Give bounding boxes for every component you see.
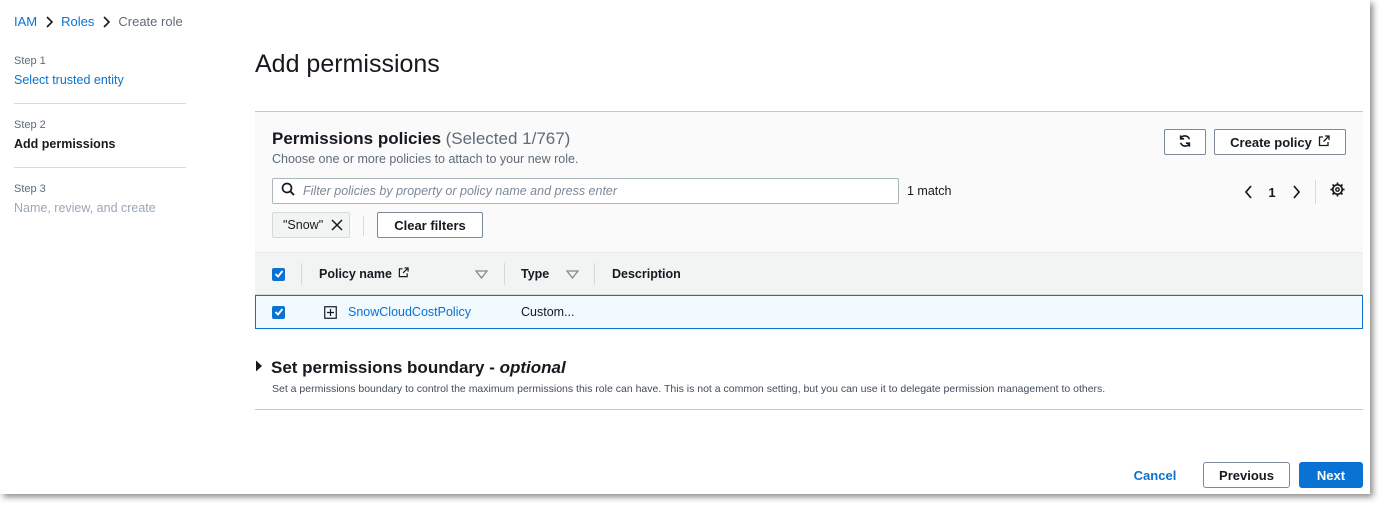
filter-separator (363, 216, 364, 236)
pagination: 1 (1237, 180, 1348, 204)
column-label: Description (612, 267, 681, 281)
checkmark-icon (274, 308, 283, 316)
cancel-button[interactable]: Cancel (1122, 462, 1188, 488)
sort-down-icon[interactable] (566, 253, 579, 295)
policy-search-field[interactable] (272, 178, 899, 204)
previous-button[interactable]: Previous (1203, 462, 1290, 488)
external-link-icon (1318, 134, 1330, 150)
table-preferences-button[interactable] (1326, 181, 1348, 203)
column-divider (594, 263, 595, 285)
filter-token-label: "Snow" (283, 218, 324, 232)
clear-filters-button[interactable]: Clear filters (377, 212, 483, 238)
current-page-number[interactable]: 1 (1259, 185, 1285, 200)
row-select-cell (272, 296, 285, 328)
select-all-cell (272, 253, 285, 295)
pagination-divider (1315, 180, 1316, 204)
boundary-title-text: Set permissions boundary - (271, 358, 500, 377)
column-label: Type (521, 267, 550, 281)
step-number: Step 3 (14, 183, 46, 195)
section-divider (255, 409, 1363, 410)
permissions-boundary-toggle[interactable]: Set permissions boundary - optional (255, 358, 1363, 378)
policies-title: Permissions policies (272, 129, 442, 148)
match-count: 1 match (907, 184, 952, 198)
policy-search-input[interactable] (303, 184, 893, 198)
page-title: Add permissions (255, 50, 440, 78)
column-divider (504, 263, 505, 285)
column-header-description: Description (612, 253, 681, 295)
breadcrumb-current: Create role (118, 14, 183, 29)
column-divider (301, 263, 302, 285)
policy-type-cell: Custom... (521, 305, 575, 319)
breadcrumb: IAM Roles Create role (14, 14, 183, 29)
permissions-boundary-title: Set permissions boundary - optional (271, 358, 566, 378)
policies-description: Choose one or more policies to attach to… (272, 152, 579, 166)
column-label: Policy name (319, 267, 392, 281)
create-policy-button[interactable]: Create policy (1214, 129, 1346, 155)
step-select-trusted-entity-link[interactable]: Select trusted entity (14, 71, 186, 89)
next-button[interactable]: Next (1299, 462, 1363, 488)
breadcrumb-iam-link[interactable]: IAM (14, 14, 37, 29)
chevron-right-icon (94, 15, 118, 28)
refresh-icon (1178, 134, 1192, 151)
chevron-right-icon (37, 15, 61, 28)
table-row[interactable]: SnowCloudCostPolicy Custom... (255, 295, 1363, 329)
wizard-steps: Step 1 Select trusted entity Step 2 Add … (14, 54, 186, 245)
step-add-permissions: Add permissions (14, 137, 116, 151)
close-icon[interactable] (331, 219, 343, 231)
permissions-boundary-description: Set a permissions boundary to control th… (272, 383, 1106, 395)
optional-label: optional (499, 358, 566, 377)
sort-down-icon[interactable] (475, 253, 488, 295)
permissions-policies-panel: Permissions policies (Selected 1/767) Ch… (255, 111, 1363, 329)
external-link-icon (398, 267, 409, 281)
gear-icon (1329, 182, 1345, 202)
checkmark-icon (274, 270, 283, 278)
step-3: Step 3 Name, review, and create (14, 182, 186, 231)
policy-name-link[interactable]: SnowCloudCostPolicy (348, 305, 471, 319)
step-name-review-create: Name, review, and create (14, 201, 156, 215)
breadcrumb-roles-link[interactable]: Roles (61, 14, 94, 29)
filter-token: "Snow" (272, 212, 351, 238)
next-page-button[interactable] (1285, 181, 1307, 203)
policy-name-cell: SnowCloudCostPolicy (348, 296, 471, 328)
step-1: Step 1 Select trusted entity (14, 54, 186, 104)
expand-row-icon[interactable] (324, 296, 337, 328)
create-policy-label: Create policy (1230, 134, 1312, 150)
previous-page-button[interactable] (1237, 181, 1259, 203)
select-all-checkbox[interactable] (272, 267, 285, 281)
table-header: Policy name Type Description (255, 252, 1363, 295)
policies-header: Permissions policies (Selected 1/767) Ch… (272, 129, 578, 166)
caret-right-icon (255, 359, 263, 377)
permissions-boundary-section: Set permissions boundary - optional Set … (255, 358, 1363, 395)
policies-selected-count: (Selected 1/767) (445, 129, 571, 148)
column-header-type[interactable]: Type (521, 253, 549, 295)
step-number: Step 2 (14, 119, 46, 131)
row-checkbox[interactable] (272, 305, 285, 319)
search-icon (281, 182, 295, 201)
refresh-button[interactable] (1164, 129, 1206, 155)
step-number: Step 1 (14, 55, 46, 67)
step-2: Step 2 Add permissions (14, 118, 186, 168)
column-header-policy-name[interactable]: Policy name (319, 253, 409, 295)
create-role-page: IAM Roles Create role Step 1 Select trus… (0, 0, 1370, 494)
